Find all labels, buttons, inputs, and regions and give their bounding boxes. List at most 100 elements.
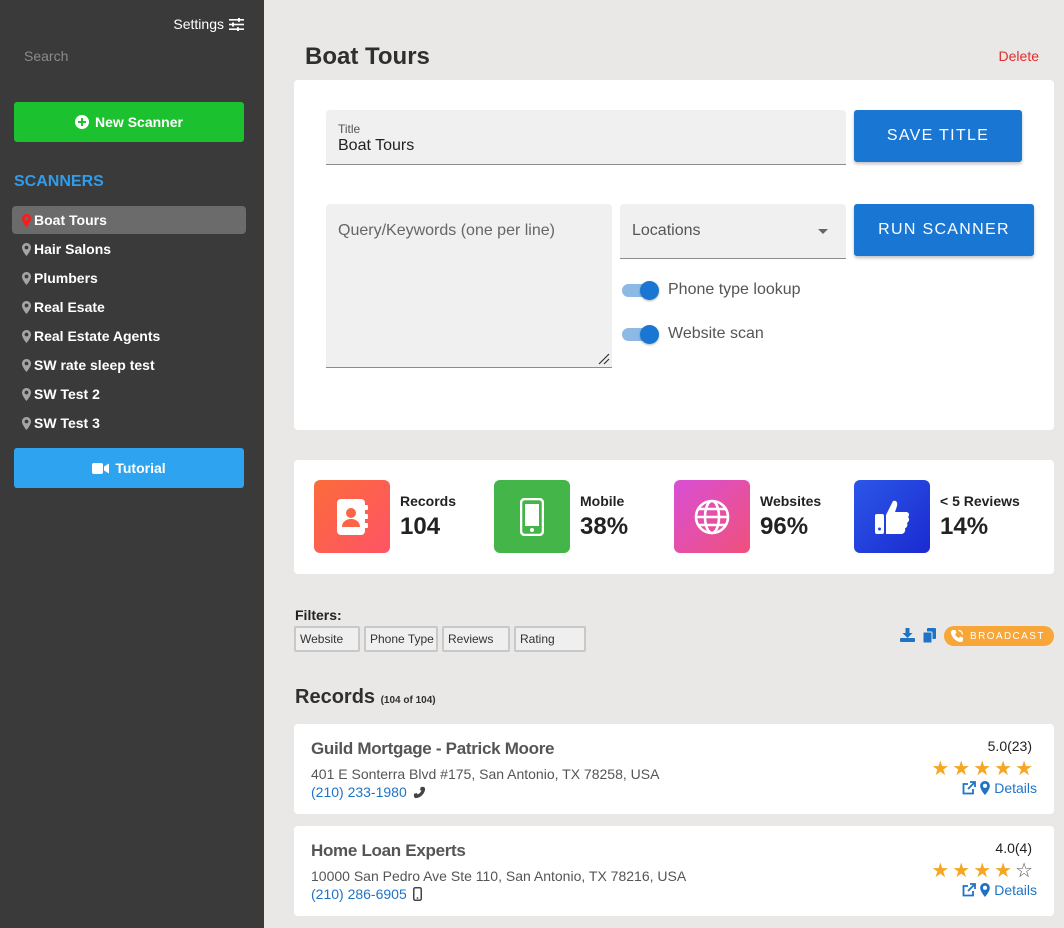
sidebar-item-sw-test-3[interactable]: SW Test 3	[12, 409, 246, 437]
title-field-label: Title	[338, 122, 361, 136]
map-marker-icon[interactable]	[980, 781, 991, 795]
filter-reviews-button[interactable]: Reviews	[442, 626, 510, 652]
run-scanner-button[interactable]: RUN SCANNER	[854, 204, 1034, 256]
sidebar-item-label: Hair Salons	[34, 241, 112, 257]
phone-icon	[413, 786, 425, 798]
record-card: Guild Mortgage - Patrick Moore 401 E Son…	[294, 724, 1054, 814]
title-input[interactable]	[338, 137, 818, 155]
star-icon: ★	[973, 758, 995, 780]
filters-label: Filters:	[295, 607, 342, 623]
star-icon: ★	[994, 860, 1016, 882]
record-phone-link[interactable]: (210) 233-1980	[311, 784, 426, 800]
locations-label: Locations	[632, 222, 701, 239]
map-marker-icon[interactable]	[980, 883, 991, 897]
sidebar-item-label: Real Estate Agents	[34, 328, 161, 344]
stat-value: 14%	[940, 512, 989, 540]
sidebar-item-plumbers[interactable]: Plumbers	[12, 264, 246, 292]
record-card: Home Loan Experts 10000 San Pedro Ave St…	[294, 826, 1054, 916]
stat-value: 38%	[580, 512, 629, 540]
tutorial-button[interactable]: Tutorial	[14, 448, 244, 488]
download-icon[interactable]	[900, 628, 915, 642]
sidebar: Settings New Scanner SCANNERS Boat Tours…	[0, 0, 264, 928]
scanner-form-card: Title SAVE TITLE Locations RUN SCANNER P…	[294, 80, 1054, 430]
mobile-phone-icon	[412, 887, 422, 901]
video-camera-icon	[92, 462, 110, 474]
sidebar-item-real-esate[interactable]: Real Esate	[12, 293, 246, 321]
external-link-icon[interactable]	[962, 781, 977, 795]
website-scan-row: Website scan	[622, 324, 764, 344]
stat-value: 104	[400, 512, 441, 540]
stat-label: < 5 Reviews	[940, 492, 1020, 509]
search-input[interactable]	[14, 42, 244, 70]
title-field[interactable]: Title	[326, 110, 846, 165]
record-name: Guild Mortgage - Patrick Moore	[311, 739, 555, 758]
map-marker-icon	[22, 271, 31, 285]
stat-label: Mobile	[580, 492, 625, 509]
save-title-button[interactable]: SAVE TITLE	[854, 110, 1022, 162]
sidebar-item-real-estate-agents[interactable]: Real Estate Agents	[12, 322, 246, 350]
sidebar-item-label: SW rate sleep test	[34, 357, 155, 373]
sidebar-item-label: Boat Tours	[34, 212, 107, 228]
external-link-icon[interactable]	[962, 883, 977, 897]
page-title: Boat Tours	[305, 43, 430, 70]
filter-website-button[interactable]: Website	[294, 626, 360, 652]
record-name: Home Loan Experts	[311, 841, 466, 860]
mobile-icon	[494, 480, 570, 553]
stat-websites: Websites 96%	[674, 480, 821, 553]
delete-link[interactable]: Delete	[999, 48, 1039, 64]
new-scanner-label: New Scanner	[95, 114, 183, 130]
map-marker-icon	[22, 358, 31, 372]
sidebar-item-boat-tours[interactable]: Boat Tours	[12, 206, 246, 234]
record-rating: 4.0(4)	[995, 840, 1032, 856]
phone-volume-icon	[951, 629, 964, 642]
stat-records: Records 104	[314, 480, 456, 553]
stat-label: Records	[400, 492, 457, 509]
new-scanner-button[interactable]: New Scanner	[14, 102, 244, 142]
sidebar-item-sw-rate-sleep-test[interactable]: SW rate sleep test	[12, 351, 246, 379]
stat-reviews: < 5 Reviews 14%	[854, 480, 1020, 553]
sidebar-item-label: Plumbers	[34, 270, 98, 286]
phone-type-lookup-toggle[interactable]	[622, 280, 659, 300]
website-scan-toggle[interactable]	[622, 324, 659, 344]
locations-select[interactable]: Locations	[620, 204, 846, 259]
phone-type-lookup-row: Phone type lookup	[622, 280, 801, 300]
resize-grip-icon[interactable]	[598, 353, 610, 365]
globe-icon	[674, 480, 750, 553]
stats-card: Records 104 Mobile 38% Websites 96% < 5 …	[294, 460, 1054, 574]
map-marker-icon	[22, 213, 31, 227]
map-marker-icon	[22, 416, 31, 430]
toggle-label: Phone type lookup	[668, 281, 801, 298]
star-rating: ★★★★★	[931, 756, 1036, 781]
scanner-list: Boat Tours Hair Salons Plumbers Real Esa…	[12, 206, 246, 438]
star-icon: ★	[952, 758, 974, 780]
record-details-link[interactable]: Details	[962, 780, 1037, 796]
query-field[interactable]	[326, 204, 612, 368]
record-address: 10000 San Pedro Ave Ste 110, San Antonio…	[311, 868, 687, 884]
star-icon: ★	[994, 758, 1016, 780]
scanners-heading: SCANNERS	[14, 173, 104, 190]
sidebar-item-hair-salons[interactable]: Hair Salons	[12, 235, 246, 263]
copy-icon[interactable]	[923, 628, 936, 643]
record-phone: (210) 233-1980	[311, 784, 407, 800]
record-phone: (210) 286-6905	[311, 886, 407, 902]
stat-label: Websites	[760, 492, 822, 509]
query-textarea[interactable]	[326, 204, 612, 367]
sidebar-item-label: Real Esate	[34, 299, 105, 315]
record-address: 401 E Sonterra Blvd #175, San Antonio, T…	[311, 766, 660, 782]
filter-phone-type-button[interactable]: Phone Type	[364, 626, 438, 652]
record-details-link[interactable]: Details	[962, 882, 1037, 898]
broadcast-button[interactable]: BROADCAST	[944, 626, 1054, 646]
details-label: Details	[994, 780, 1037, 796]
sidebar-item-label: SW Test 2	[34, 386, 100, 402]
tutorial-label: Tutorial	[115, 460, 166, 476]
star-rating: ★★★★☆	[931, 858, 1036, 883]
filter-rating-button[interactable]: Rating	[514, 626, 586, 652]
settings-label: Settings	[173, 16, 224, 32]
toggle-label: Website scan	[668, 325, 764, 342]
records-heading: Records (104 of 104)	[295, 686, 436, 709]
star-icon: ★	[1015, 758, 1036, 780]
settings-button[interactable]: Settings	[173, 16, 244, 32]
star-icon: ★	[931, 860, 953, 882]
sidebar-item-sw-test-2[interactable]: SW Test 2	[12, 380, 246, 408]
record-phone-link[interactable]: (210) 286-6905	[311, 886, 422, 902]
